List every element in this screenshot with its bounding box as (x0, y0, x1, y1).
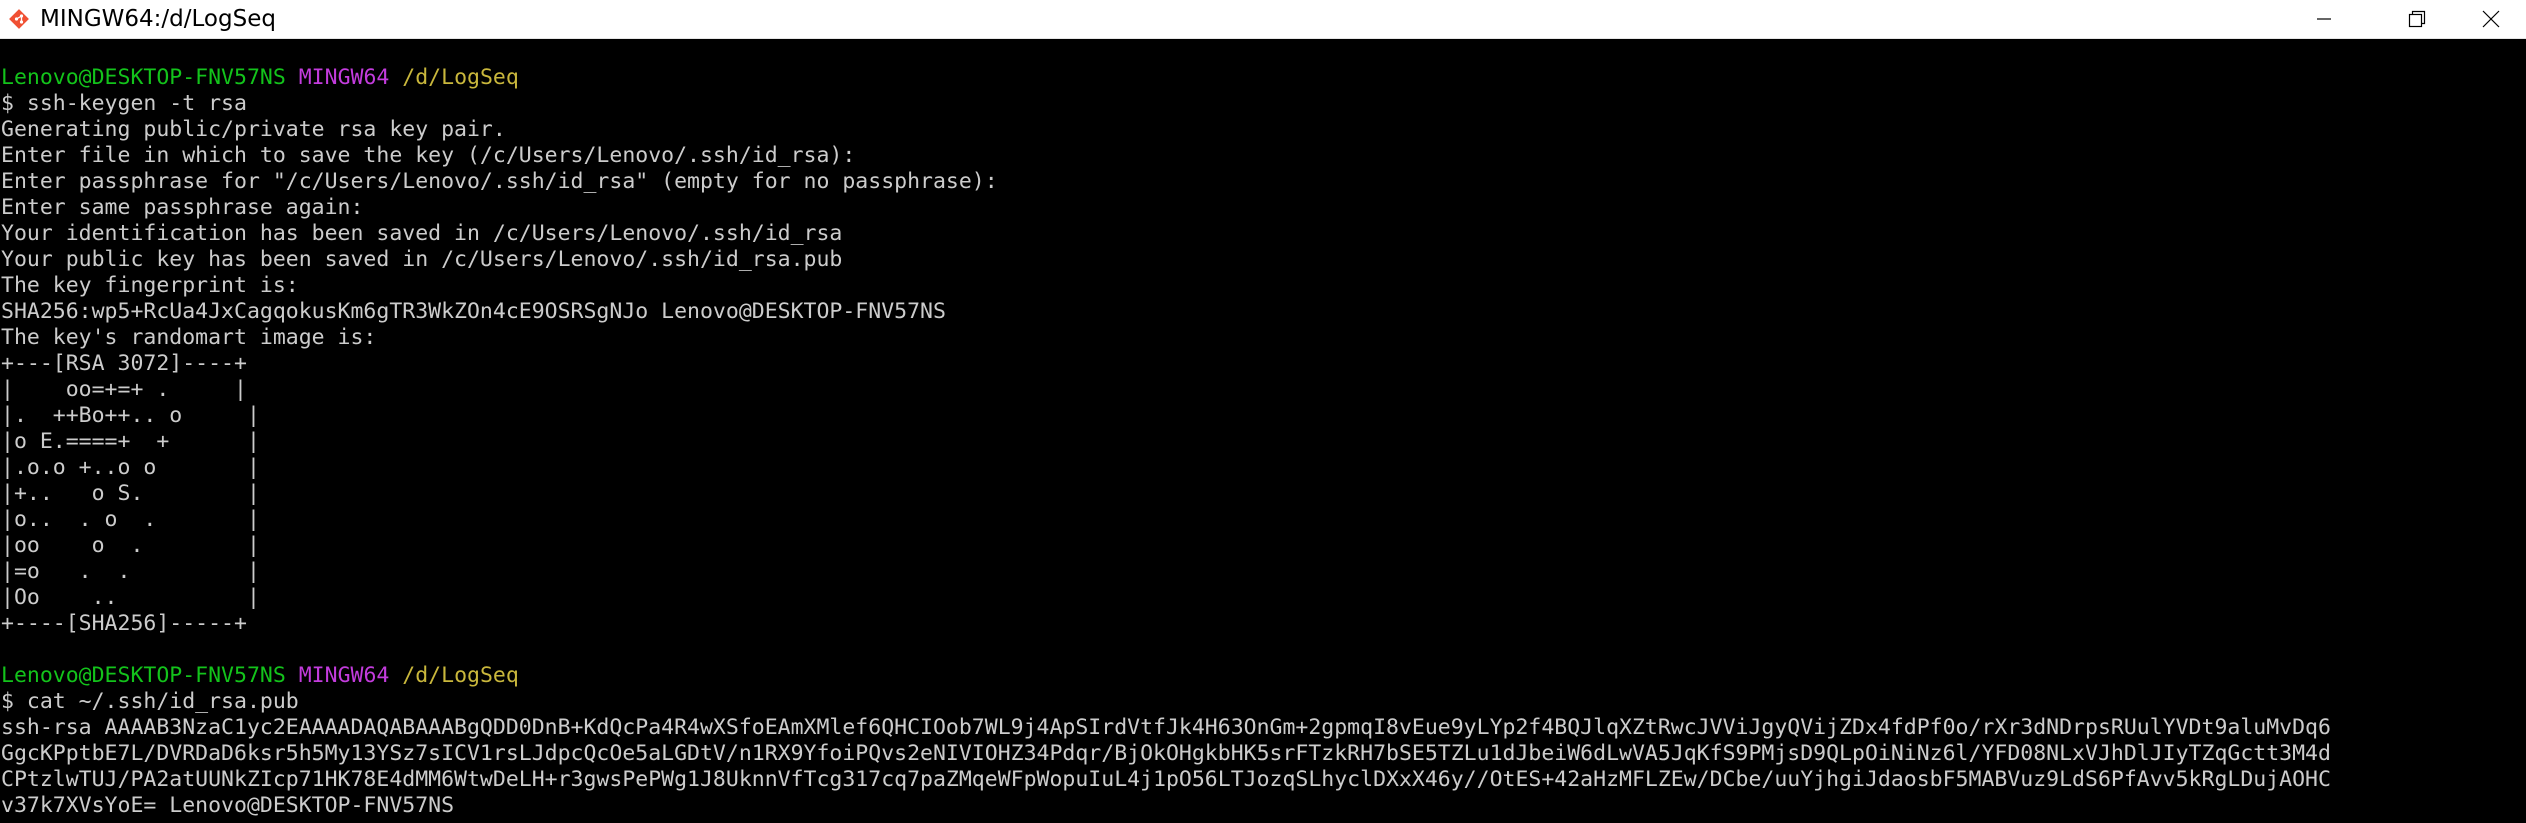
maximize-icon (2408, 10, 2426, 28)
terminal-text: Lenovo@DESKTOP-FNV57NS MINGW64 /d/LogSeq… (1, 65, 2331, 819)
terminal-window: MINGW64:/d/LogSeq Lenovo@DESKTOP-FNV57NS… (0, 0, 2526, 823)
prompt-symbol: $ (1, 91, 27, 116)
prompt-user-host: Lenovo@DESKTOP-FNV57NS (1, 663, 286, 688)
public-key-line: ssh-rsa AAAAB3NzaC1yc2EAAAADAQABAAABgQDD… (1, 715, 2331, 740)
output-line: The key's randomart image is: (1, 325, 377, 350)
prompt-shell: MINGW64 (298, 65, 390, 90)
close-icon (2482, 10, 2500, 28)
randomart-line: |Oo .. | (1, 585, 260, 610)
randomart-line: +---[RSA 3072]----+ (1, 351, 247, 376)
prompt-symbol: $ (1, 689, 27, 714)
output-line: Enter same passphrase again: (1, 195, 364, 220)
public-key-line: v37k7XVsYoE= Lenovo@DESKTOP-FNV57NS (1, 793, 455, 818)
title-bar[interactable]: MINGW64:/d/LogSeq (0, 0, 2526, 39)
command-line-1: $ ssh-keygen -t rsa (1, 91, 2331, 117)
command-line-2: $ cat ~/.ssh/id_rsa.pub (1, 689, 2331, 715)
output-line: Generating public/private rsa key pair. (1, 117, 506, 142)
prompt-user-host: Lenovo@DESKTOP-FNV57NS (1, 65, 286, 90)
git-bash-icon (9, 9, 29, 29)
maximize-button[interactable] (2382, 0, 2452, 38)
public-key-line: GgcKPptbE7L/DVRDaD6ksr5h5My13YSz7sICV1rs… (1, 741, 2331, 766)
randomart-line: |.o.o +..o o | (1, 455, 260, 480)
randomart-line: +----[SHA256]-----+ (1, 611, 247, 636)
fingerprint-line: SHA256:wp5+RcUa4JxCagqokusKm6gTR3WkZOn4c… (1, 299, 946, 324)
randomart-line: |o E.====+ + | (1, 429, 260, 454)
output-line: Your public key has been saved in /c/Use… (1, 247, 843, 272)
command-text: ssh-keygen -t rsa (26, 91, 247, 116)
minimize-icon (2316, 11, 2332, 27)
randomart-line: |+.. o S. | (1, 481, 260, 506)
randomart-line: |=o . . | (1, 559, 260, 584)
output-line: Enter file in which to save the key (/c/… (1, 143, 856, 168)
output-line: Enter passphrase for "/c/Users/Lenovo/.s… (1, 169, 998, 194)
output-line: Your identification has been saved in /c… (1, 221, 843, 246)
prompt-line-1: Lenovo@DESKTOP-FNV57NS MINGW64 /d/LogSeq (1, 65, 2331, 91)
randomart-line: |oo o . | (1, 533, 260, 558)
command-text: cat ~/.ssh/id_rsa.pub (26, 689, 299, 714)
prompt-cwd: /d/LogSeq (402, 65, 519, 90)
randomart-line: |o.. . o . | (1, 507, 260, 532)
terminal-output[interactable]: Lenovo@DESKTOP-FNV57NS MINGW64 /d/LogSeq… (0, 39, 2526, 823)
prompt-shell: MINGW64 (298, 663, 390, 688)
public-key-line: CPtzlwTUJ/PA2atUUNkZIcp71HK78E4dMM6WtwDe… (1, 767, 2331, 792)
output-line: The key fingerprint is: (1, 273, 299, 298)
window-title: MINGW64:/d/LogSeq (40, 6, 276, 32)
randomart-line: | oo=+=+ . | (1, 377, 247, 402)
prompt-cwd: /d/LogSeq (402, 663, 519, 688)
close-button[interactable] (2456, 0, 2526, 38)
minimize-button[interactable] (2289, 0, 2359, 38)
prompt-line-2: Lenovo@DESKTOP-FNV57NS MINGW64 /d/LogSeq (1, 663, 2331, 689)
randomart-line: |. ++Bo++.. o | (1, 403, 260, 428)
